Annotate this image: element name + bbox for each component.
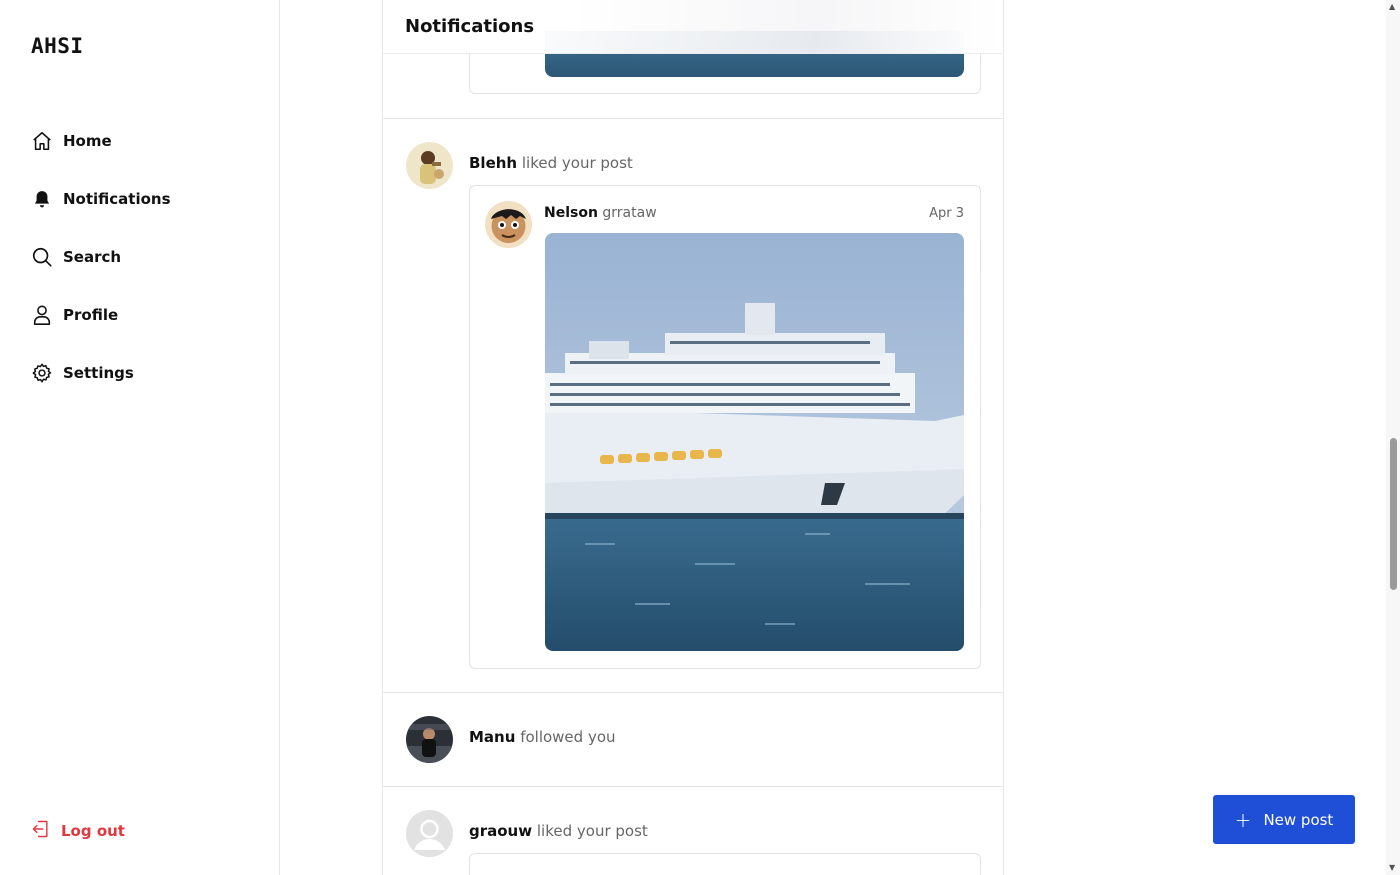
avatar[interactable] [406, 716, 453, 763]
quoted-post[interactable] [469, 853, 981, 875]
feed-header: Notifications [383, 0, 1003, 54]
notification-action: liked your post [521, 154, 633, 172]
logout-label: Log out [61, 822, 125, 840]
notifications-feed: Notifications Blehh liked your post Nels… [382, 0, 1004, 875]
scrollbar-thumb[interactable] [1390, 438, 1397, 590]
divider [383, 692, 1003, 693]
nav-item-settings[interactable]: Settings [31, 344, 261, 402]
nav-item-notifications[interactable]: Notifications [31, 170, 261, 228]
scrollbar[interactable]: ▲ ▼ [1386, 0, 1400, 875]
post-author-avatar[interactable] [485, 201, 532, 248]
post-image[interactable] [545, 233, 964, 651]
scroll-down-arrow-icon[interactable]: ▼ [1389, 863, 1395, 872]
notification-user[interactable]: graouw [469, 822, 532, 840]
nav-item-profile[interactable]: Profile [31, 286, 261, 344]
avatar[interactable] [406, 142, 453, 189]
user-icon [31, 304, 53, 326]
home-icon [31, 130, 53, 152]
nav-item-home[interactable]: Home [31, 112, 261, 170]
notification-action: followed you [520, 728, 616, 746]
new-post-label: New post [1263, 810, 1334, 829]
page-title: Notifications [405, 16, 535, 37]
post-date: Apr 3 [929, 206, 964, 221]
main-nav: Home Notifications Search Profile Settin… [31, 112, 261, 402]
divider [383, 786, 1003, 787]
cruise-ship-photo [545, 233, 964, 651]
nav-label-search: Search [63, 248, 122, 266]
notification-user[interactable]: Manu [469, 728, 515, 746]
logout-button[interactable]: Log out [31, 818, 125, 844]
scroll-up-arrow-icon[interactable]: ▲ [1389, 2, 1395, 11]
quoted-post[interactable]: Nelson grrataw Apr 3 [469, 185, 981, 669]
new-post-button[interactable]: + New post [1213, 795, 1355, 844]
notification-action: liked your post [536, 822, 648, 840]
nav-label-home: Home [63, 132, 112, 150]
notification-text: Manu followed you [469, 728, 616, 746]
post-author-handle[interactable]: grrataw [602, 205, 656, 221]
divider [383, 118, 1003, 119]
app-logo[interactable]: AHSI [31, 34, 84, 58]
plus-icon: + [1234, 807, 1252, 832]
nav-label-settings: Settings [63, 364, 134, 382]
nav-label-profile: Profile [63, 306, 119, 324]
notification-user[interactable]: Blehh [469, 154, 517, 172]
post-meta: Nelson grrataw [544, 205, 657, 221]
search-icon [31, 246, 53, 268]
notification-text: graouw liked your post [469, 822, 648, 840]
bell-icon [31, 188, 53, 210]
gear-icon [31, 362, 53, 384]
sidebar: AHSI Home Notifications Search Profile S… [0, 0, 280, 875]
post-author-name[interactable]: Nelson [544, 205, 598, 221]
default-avatar-icon[interactable] [406, 810, 453, 857]
nav-item-search[interactable]: Search [31, 228, 261, 286]
notification-text: Blehh liked your post [469, 154, 633, 172]
nav-label-notifications: Notifications [63, 190, 171, 208]
logout-icon [31, 818, 51, 844]
